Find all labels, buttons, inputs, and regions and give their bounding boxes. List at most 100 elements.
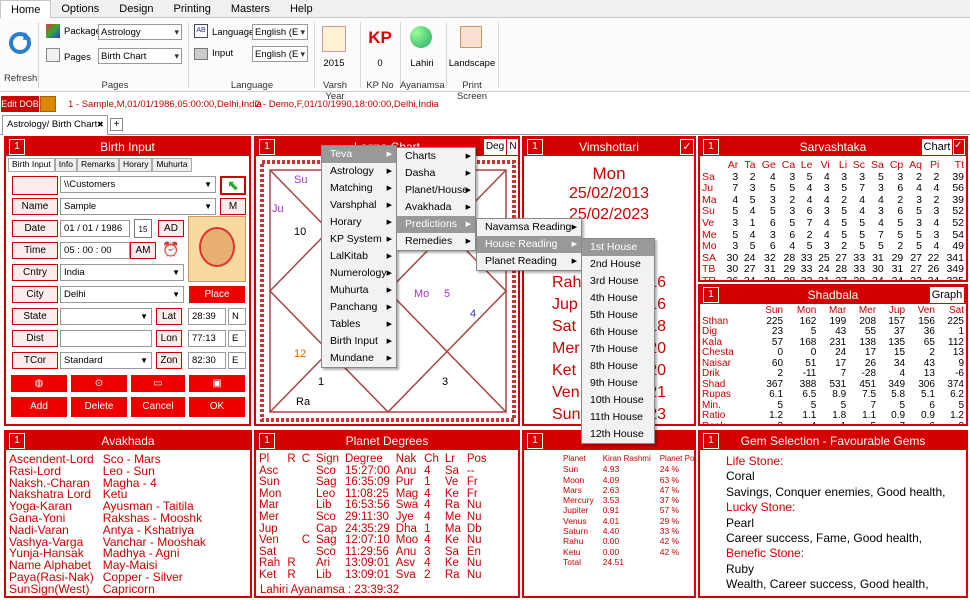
document-button[interactable]: ▭ xyxy=(130,374,186,393)
menu-item-tables[interactable]: Tables ▶ xyxy=(322,316,396,333)
menu-item-8th-house[interactable]: 8th House xyxy=(582,358,654,375)
tab-horary[interactable]: Horary xyxy=(118,158,153,172)
menu-item-charts[interactable]: Charts ▶ xyxy=(397,148,475,165)
customers-path[interactable]: \\Customers ▼ xyxy=(60,176,216,193)
edit-dob-button[interactable]: Edit DOB xyxy=(1,96,39,112)
target-button[interactable]: ⊙ xyxy=(70,374,128,393)
menu-item-1st-house[interactable]: 1st House xyxy=(582,239,654,256)
landscape-icon[interactable] xyxy=(460,26,482,48)
menu-item-planet-house[interactable]: Planet/House ▶ xyxy=(397,182,475,199)
lat-input[interactable]: 28:39 xyxy=(188,308,226,325)
vims-check-icon[interactable]: ✓ xyxy=(680,139,694,155)
graph-button[interactable]: Graph xyxy=(930,287,964,303)
table-cell: 4.93 xyxy=(602,464,620,475)
open-arrow-icon[interactable]: ⬉ xyxy=(220,176,246,195)
menu-item-11th-house[interactable]: 11th House xyxy=(582,409,654,426)
menu-item-astrology[interactable]: Astrology ▶ xyxy=(322,163,396,180)
tab-birth-chart[interactable]: Astrology/ Birth Chart ✖ xyxy=(2,115,108,135)
menu-item-house-reading[interactable]: House Reading ▶ xyxy=(477,236,581,253)
menu-item-numerology[interactable]: Numerology ▶ xyxy=(322,265,396,282)
person-icon[interactable] xyxy=(12,176,58,195)
menu-printing[interactable]: Printing xyxy=(164,0,221,18)
state-select[interactable]: ▼ xyxy=(60,308,152,325)
profile-1[interactable]: 1 - Sample,M,01/01/1986,05:00:00,Delhi,I… xyxy=(68,99,262,110)
clock-icon[interactable]: ⏰ xyxy=(161,241,181,261)
zon-input[interactable]: 82:30 xyxy=(188,352,226,369)
menu-item-12th-house[interactable]: 12th House xyxy=(582,426,654,443)
tab-muhurta[interactable]: Muhurta xyxy=(152,158,192,172)
menu-item-3rd-house[interactable]: 3rd House xyxy=(582,273,654,290)
menu-item-7th-house[interactable]: 7th House xyxy=(582,341,654,358)
place-finder-button[interactable]: Place Finder xyxy=(188,285,246,318)
menu-item-2nd-house[interactable]: 2nd House xyxy=(582,256,654,273)
ad-button[interactable]: AD xyxy=(158,220,184,237)
menu-item-dasha[interactable]: Dasha ▶ xyxy=(397,165,475,182)
delete-button[interactable]: Delete xyxy=(70,396,128,418)
input-select[interactable]: English (E xyxy=(252,46,308,62)
add-button[interactable]: Add xyxy=(10,396,68,418)
am-button[interactable]: AM xyxy=(130,242,156,259)
tcor-select[interactable]: Standard ▼ xyxy=(60,352,152,369)
date-input[interactable]: 01 / 01 / 1986 xyxy=(60,220,130,237)
kp-icon[interactable]: KP xyxy=(366,28,394,48)
menu-item-kp-system[interactable]: KP System ▶ xyxy=(322,231,396,248)
pencil-icon[interactable] xyxy=(40,96,56,112)
lon-input[interactable]: 77:13 xyxy=(188,330,226,347)
menu-options[interactable]: Options xyxy=(51,0,109,18)
lat-dir[interactable]: N xyxy=(228,308,246,325)
menu-item-mundane[interactable]: Mundane ▶ xyxy=(322,350,396,367)
menu-item-9th-house[interactable]: 9th House xyxy=(582,375,654,392)
deg-button[interactable]: Deg xyxy=(484,139,506,155)
sarva-check-icon[interactable]: ✓ xyxy=(953,139,965,155)
time-input[interactable]: 05 : 00 : 00 xyxy=(60,242,130,259)
add-tab-button[interactable]: + xyxy=(110,118,123,131)
menu-item-5th-house[interactable]: 5th House xyxy=(582,307,654,324)
sex-button[interactable]: M xyxy=(220,198,246,215)
menu-item-lalkitab[interactable]: LalKitab ▶ xyxy=(322,248,396,265)
name-input[interactable]: Sample ▼ xyxy=(60,198,216,215)
table-cell: Capricorn xyxy=(102,581,155,596)
menu-item-navamsa-reading[interactable]: Navamsa Reading ▶ xyxy=(477,219,581,236)
menu-item-varshphal[interactable]: Varshphal ▶ xyxy=(322,197,396,214)
package-select[interactable]: Astrology xyxy=(98,24,182,40)
refresh-button[interactable]: Refresh xyxy=(4,30,37,92)
cancel-button[interactable]: Cancel xyxy=(130,396,186,418)
menu-design[interactable]: Design xyxy=(109,0,163,18)
country-select[interactable]: India ▼ xyxy=(60,264,184,281)
tab-birth-input[interactable]: Birth Input xyxy=(8,158,55,172)
menu-item-remedies[interactable]: Remedies ▶ xyxy=(397,233,475,250)
n-button[interactable]: N xyxy=(507,139,518,155)
tab-close-icon[interactable]: ✖ xyxy=(97,120,104,129)
menu-item-muhurta[interactable]: Muhurta ▶ xyxy=(322,282,396,299)
language-select[interactable]: English (E xyxy=(252,24,308,40)
menu-masters[interactable]: Masters xyxy=(221,0,280,18)
menu-item-4th-house[interactable]: 4th House xyxy=(582,290,654,307)
menu-item-teva[interactable]: Teva ▶ xyxy=(322,146,396,163)
chart-button[interactable]: Chart xyxy=(922,139,952,155)
menu-item-birth-input[interactable]: Birth Input ▶ xyxy=(322,333,396,350)
menu-item-avakhada[interactable]: Avakhada ▶ xyxy=(397,199,475,216)
menu-item-10th-house[interactable]: 10th House xyxy=(582,392,654,409)
tab-remarks[interactable]: Remarks xyxy=(76,158,119,172)
calendar-button[interactable]: 15 xyxy=(134,219,152,238)
save-icon-button[interactable]: ▣ xyxy=(188,374,246,393)
dist-input[interactable] xyxy=(60,330,152,347)
profile-2[interactable]: 2 - Demo,F,01/10/1990,18:00:00,Delhi,Ind… xyxy=(255,99,439,110)
menu-home[interactable]: Home xyxy=(0,0,52,18)
zon-dir[interactable]: E xyxy=(228,352,246,369)
lon-dir[interactable]: E xyxy=(228,330,246,347)
ok-button[interactable]: OK xyxy=(188,396,246,418)
tab-info[interactable]: Info xyxy=(54,158,77,172)
menu-item-6th-house[interactable]: 6th House xyxy=(582,324,654,341)
calendar-icon[interactable] xyxy=(322,26,346,52)
globe-button[interactable]: ◍ xyxy=(10,374,68,393)
menu-item-matching[interactable]: Matching ▶ xyxy=(322,180,396,197)
menu-item-panchang[interactable]: Panchang ▶ xyxy=(322,299,396,316)
globe-icon[interactable] xyxy=(410,26,432,48)
pages-select[interactable]: Birth Chart xyxy=(98,48,182,64)
menu-item-horary[interactable]: Horary ▶ xyxy=(322,214,396,231)
menu-help[interactable]: Help xyxy=(280,0,323,18)
menu-item-predictions[interactable]: Predictions ▶ xyxy=(397,216,475,233)
menu-item-planet-reading[interactable]: Planet Reading ▶ xyxy=(477,253,581,270)
city-select[interactable]: Delhi ▼ xyxy=(60,286,184,303)
